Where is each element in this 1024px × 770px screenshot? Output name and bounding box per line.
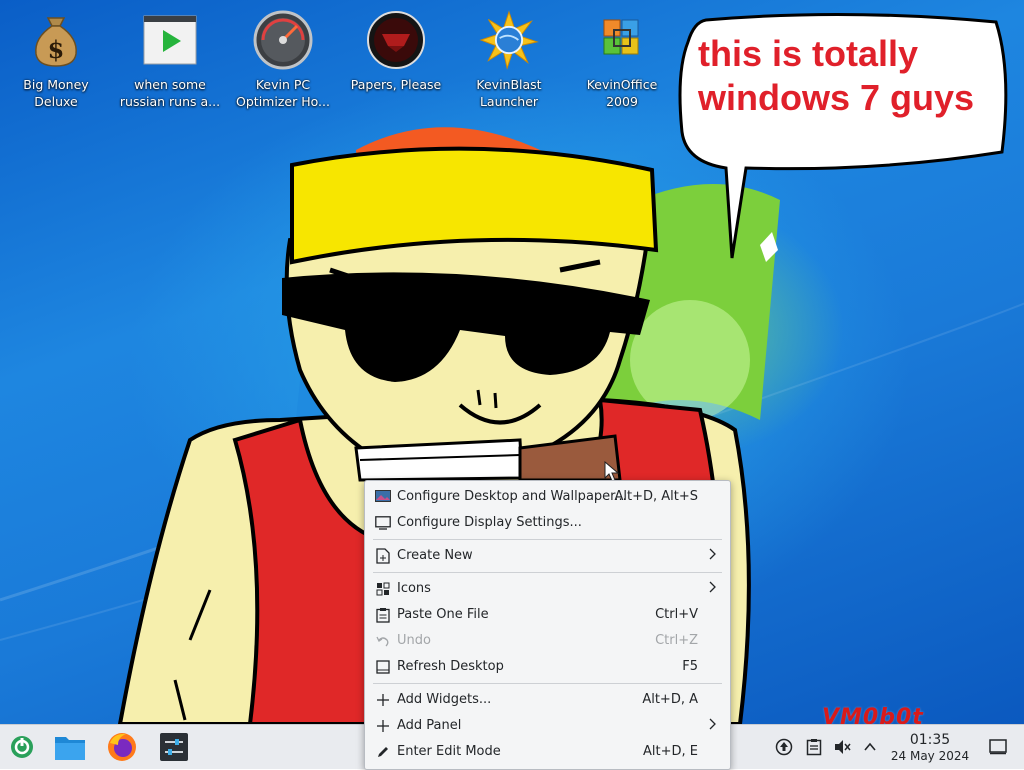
updates-icon <box>775 738 793 756</box>
desktop-icon-kevinblast-launcher[interactable]: KevinBlast Launcher <box>457 10 561 110</box>
clock-time: 01:35 <box>909 732 951 748</box>
pencil-icon <box>375 744 391 760</box>
firefox-button[interactable] <box>102 727 142 767</box>
menu-item-refresh-desktop[interactable]: Refresh Desktop F5 <box>369 654 726 680</box>
menu-item-configure-desktop[interactable]: Configure Desktop and Wallpaper... Alt+D… <box>369 484 726 510</box>
papers-please-icon <box>366 10 426 70</box>
show-desktop-icon <box>989 739 1007 755</box>
file-manager-button[interactable] <box>50 727 90 767</box>
clipboard-tray-button[interactable] <box>804 737 824 757</box>
wallpaper-icon <box>375 489 391 505</box>
plus-icon <box>375 692 391 708</box>
chevron-right-icon <box>708 548 716 564</box>
paste-icon <box>375 607 391 623</box>
desktop-context-menu: Configure Desktop and Wallpaper... Alt+D… <box>364 480 731 770</box>
speedometer-icon <box>253 10 313 70</box>
desktop-icon-label: Papers, Please <box>350 77 442 92</box>
tray-expander-button[interactable] <box>860 737 880 757</box>
file-manager-icon <box>55 737 85 760</box>
desktop-icon-label: Kevin PC Optimizer Ho... <box>236 77 330 109</box>
icons-grid-icon <box>375 581 391 597</box>
clipboard-icon <box>806 739 822 756</box>
volume-muted-icon <box>835 740 851 754</box>
chevron-right-icon <box>708 581 716 597</box>
desktop-icon-label: KevinBlast Launcher <box>476 77 542 109</box>
new-file-icon <box>375 548 391 564</box>
menu-item-paste[interactable]: Paste One File Ctrl+V <box>369 602 726 628</box>
starburst-globe-icon <box>479 10 539 70</box>
menu-item-add-panel[interactable]: Add Panel <box>369 713 726 739</box>
system-settings-button[interactable] <box>154 727 194 767</box>
money-bag-icon: $ <box>26 10 86 70</box>
menu-item-undo[interactable]: Undo Ctrl+Z <box>369 628 726 654</box>
display-icon <box>375 515 391 531</box>
menu-separator <box>373 572 722 573</box>
undo-icon <box>375 633 391 649</box>
menu-item-add-widgets[interactable]: Add Widgets... Alt+D, A <box>369 687 726 713</box>
chevron-up-icon <box>864 742 876 751</box>
system-settings-icon <box>160 733 188 761</box>
menu-separator <box>373 539 722 540</box>
desktop-icon-kevin-pc-optimizer[interactable]: Kevin PC Optimizer Ho... <box>231 10 335 110</box>
desktop-icon-label: KevinOffice 2009 <box>586 77 658 109</box>
desktop-icon-kevinoffice-2009[interactable]: KevinOffice 2009 <box>570 10 674 110</box>
speech-bubble-text: this is totally windows 7 guys <box>698 33 975 118</box>
volume-tray-button[interactable] <box>832 737 852 757</box>
show-desktop-button[interactable] <box>988 737 1008 757</box>
firefox-icon <box>108 733 136 761</box>
refresh-icon <box>375 659 391 675</box>
office-logo-icon <box>592 10 652 70</box>
desktop-icon-papers-please[interactable]: Papers, Please <box>344 10 448 110</box>
clock-date: 24 May 2024 <box>890 749 970 763</box>
chevron-right-icon <box>708 718 716 734</box>
watermark: VM0b0t <box>822 705 924 724</box>
menu-item-create-new[interactable]: Create New <box>369 543 726 569</box>
menu-item-enter-edit-mode[interactable]: Enter Edit Mode Alt+D, E <box>369 739 726 765</box>
svg-text:$: $ <box>48 35 65 64</box>
updates-tray-button[interactable] <box>774 737 794 757</box>
plus-icon <box>375 718 391 734</box>
desktop-icon-big-money-deluxe[interactable]: $ Big Money Deluxe <box>4 10 108 110</box>
desktop-icon-label: Big Money Deluxe <box>23 77 89 109</box>
desktop-icon-label: when some russian runs a... <box>119 77 221 109</box>
video-file-icon <box>140 10 200 70</box>
menu-separator <box>373 683 722 684</box>
desktop-icon-russian-video[interactable]: when some russian runs a... <box>118 10 222 110</box>
menu-item-configure-display[interactable]: Configure Display Settings... <box>369 510 726 536</box>
app-launcher-icon <box>11 736 33 758</box>
app-launcher-button[interactable] <box>2 727 42 767</box>
menu-item-icons[interactable]: Icons <box>369 576 726 602</box>
